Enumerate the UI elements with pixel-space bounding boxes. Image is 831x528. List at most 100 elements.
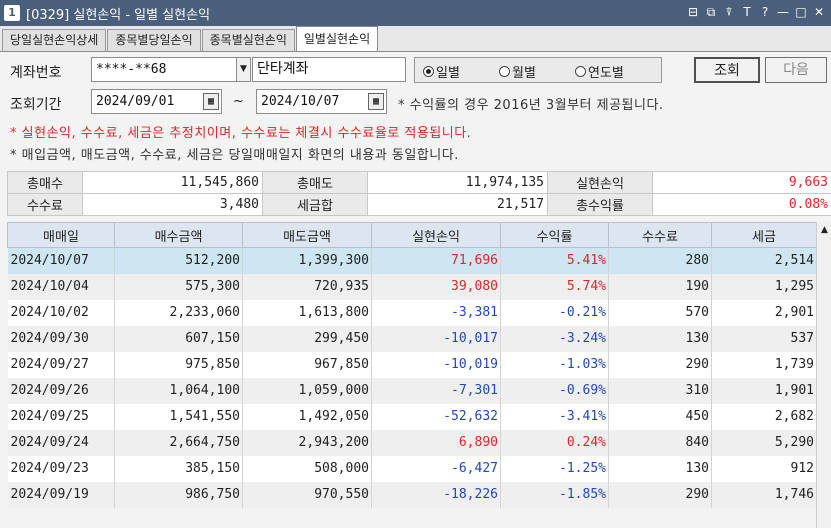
column-header-tax[interactable]: 세금 — [711, 222, 817, 248]
account-dropdown-button[interactable]: ▼ — [236, 57, 251, 82]
cell-date: 2024/09/27 — [7, 351, 115, 378]
cell-realized-pnl: -6,427 — [371, 455, 501, 482]
tab-daily-realized-detail[interactable]: 당일실현손익상세 — [2, 29, 107, 51]
table-row[interactable]: 2024/09/23 385,150 508,000 -6,427 -1.25% 130 9… — [7, 455, 817, 482]
cell-return-rate: -1.25% — [500, 455, 609, 482]
realized-pnl-value: 9,663 — [652, 171, 831, 194]
date-to-input[interactable]: 2024/10/07 ▦ — [256, 89, 387, 114]
column-header-realized-pnl[interactable]: 실현손익 — [371, 222, 501, 248]
cell-buy-amount: 1,541,550 — [114, 403, 243, 430]
window-icon: 1 — [4, 5, 20, 21]
cell-fee: 290 — [608, 351, 712, 378]
total-buy-value: 11,545,860 — [82, 171, 263, 194]
cell-date: 2024/09/30 — [7, 325, 115, 352]
radio-daily[interactable]: 일별 — [423, 62, 460, 81]
cell-realized-pnl: 39,080 — [371, 273, 501, 300]
cell-realized-pnl: -7,301 — [371, 377, 501, 404]
column-header-fee[interactable]: 수수료 — [608, 222, 712, 248]
tab-bar: 당일실현손익상세 종목별당일손익 종목별실현손익 일별실현손익 — [0, 26, 831, 52]
cell-buy-amount: 607,150 — [114, 325, 243, 352]
radio-yearly[interactable]: 연도별 — [575, 62, 624, 81]
total-sell-label: 총매도 — [262, 171, 368, 194]
column-header-date[interactable]: 매매일 — [7, 222, 115, 248]
cell-tax: 2,901 — [711, 299, 817, 326]
realized-pnl-label: 실현손익 — [547, 171, 653, 194]
data-source-note: * 매입금액, 매도금액, 수수료, 세금은 당일매매일지 화면의 내용과 동일… — [10, 148, 459, 163]
next-button[interactable]: 다음 — [765, 57, 827, 83]
table-row[interactable]: 2024/10/07 512,200 1,399,300 71,696 5.41% 280… — [7, 247, 817, 274]
tab-daily-realized-pnl[interactable]: 일별실현손익 — [295, 26, 379, 51]
tax-value: 21,517 — [367, 193, 548, 216]
cell-sell-amount: 2,943,200 — [242, 429, 372, 456]
cell-tax: 1,295 — [711, 273, 817, 300]
cell-date: 2024/09/26 — [7, 377, 115, 404]
radio-monthly[interactable]: 월별 — [499, 62, 536, 81]
calendar-icon[interactable]: ▦ — [203, 93, 219, 110]
cell-tax: 1,901 — [711, 377, 817, 404]
cell-fee: 570 — [608, 299, 712, 326]
cell-date: 2024/10/04 — [7, 273, 115, 300]
period-type-radio-group: 일별 월별 연도별 — [414, 57, 662, 83]
cell-fee: 280 — [608, 247, 712, 274]
column-header-buy-amount[interactable]: 매수금액 — [114, 222, 243, 248]
tab-stock-realized-pnl[interactable]: 종목별실현손익 — [201, 29, 295, 51]
table-row[interactable]: 2024/09/26 1,064,100 1,059,000 -7,301 -0.69%… — [7, 377, 817, 404]
table-row[interactable]: 2024/09/24 2,664,750 2,943,200 6,890 0.24% 84… — [7, 429, 817, 456]
tab-stock-daily-pnl[interactable]: 종목별당일손익 — [107, 29, 201, 51]
fee-value: 3,480 — [82, 193, 263, 216]
text-icon[interactable]: T — [739, 4, 755, 21]
table-row[interactable]: 2024/10/04 575,300 720,935 39,080 5.74% 190 1,… — [7, 273, 817, 300]
cell-return-rate: 5.41% — [500, 247, 609, 274]
summary-table: 총매수 11,545,860 총매도 11,974,135 실현손익 9,663… — [7, 171, 831, 216]
cell-sell-amount: 1,399,300 — [242, 247, 372, 274]
radio-unchecked-icon — [499, 66, 510, 77]
cell-fee: 190 — [608, 273, 712, 300]
cell-return-rate: -1.03% — [500, 351, 609, 378]
title-bar: 1 [0329] 실현손익 - 일별 실현손익 ⊟ ⧉ ⍒ T ? — □ ✕ — [0, 0, 831, 26]
copy-icon[interactable]: ⧉ — [703, 4, 719, 21]
table-row[interactable]: 2024/09/30 607,150 299,450 -10,017 -3.24% 130… — [7, 325, 817, 352]
cell-buy-amount: 385,150 — [114, 455, 243, 482]
cell-tax: 537 — [711, 325, 817, 352]
radio-unchecked-icon — [575, 66, 586, 77]
help-icon[interactable]: ? — [757, 4, 773, 21]
cell-fee: 840 — [608, 429, 712, 456]
vertical-scrollbar[interactable]: ▲ — [816, 222, 831, 528]
cell-date: 2024/09/24 — [7, 429, 115, 456]
cell-return-rate: -0.21% — [500, 299, 609, 326]
cell-realized-pnl: -52,632 — [371, 403, 501, 430]
account-number-input[interactable]: ****-**68 — [91, 57, 237, 82]
minimize-icon[interactable]: — — [775, 4, 791, 21]
cell-sell-amount: 967,850 — [242, 351, 372, 378]
cell-buy-amount: 575,300 — [114, 273, 243, 300]
cell-return-rate: 5.74% — [500, 273, 609, 300]
table-row[interactable]: 2024/09/25 1,541,550 1,492,050 -52,632 -3.41… — [7, 403, 817, 430]
total-sell-value: 11,974,135 — [367, 171, 548, 194]
search-button[interactable]: 조회 — [694, 57, 760, 83]
table-row[interactable]: 2024/10/02 2,233,060 1,613,800 -3,381 -0.21%… — [7, 299, 817, 326]
calendar-icon[interactable]: ▦ — [368, 93, 384, 110]
daily-pnl-grid: 매매일 매수금액 매도금액 실현손익 수익률 수수료 세금 2024/10/07… — [7, 222, 817, 508]
cell-tax: 1,746 — [711, 481, 817, 508]
link-icon[interactable]: ⊟ — [685, 4, 701, 21]
font-size-icon[interactable]: ⍒ — [721, 4, 737, 21]
maximize-icon[interactable]: □ — [793, 4, 809, 21]
column-header-sell-amount[interactable]: 매도금액 — [242, 222, 372, 248]
scroll-up-icon[interactable]: ▲ — [817, 222, 831, 238]
cell-fee: 130 — [608, 325, 712, 352]
date-from-input[interactable]: 2024/09/01 ▦ — [91, 89, 222, 114]
column-header-return-rate[interactable]: 수익률 — [500, 222, 609, 248]
cell-date: 2024/10/07 — [7, 247, 115, 274]
cell-return-rate: -3.24% — [500, 325, 609, 352]
table-row[interactable]: 2024/09/27 975,850 967,850 -10,019 -1.03% 290… — [7, 351, 817, 378]
cell-realized-pnl: 71,696 — [371, 247, 501, 274]
close-icon[interactable]: ✕ — [811, 4, 827, 21]
table-row[interactable]: 2024/09/19 986,750 970,550 -18,226 -1.85% 290… — [7, 481, 817, 508]
cell-tax: 912 — [711, 455, 817, 482]
cell-sell-amount: 1,492,050 — [242, 403, 372, 430]
cell-buy-amount: 2,233,060 — [114, 299, 243, 326]
cell-buy-amount: 986,750 — [114, 481, 243, 508]
total-return-value: 0.08% — [652, 193, 831, 216]
fee-label: 수수료 — [7, 193, 83, 216]
account-label: 계좌번호 — [10, 65, 62, 81]
